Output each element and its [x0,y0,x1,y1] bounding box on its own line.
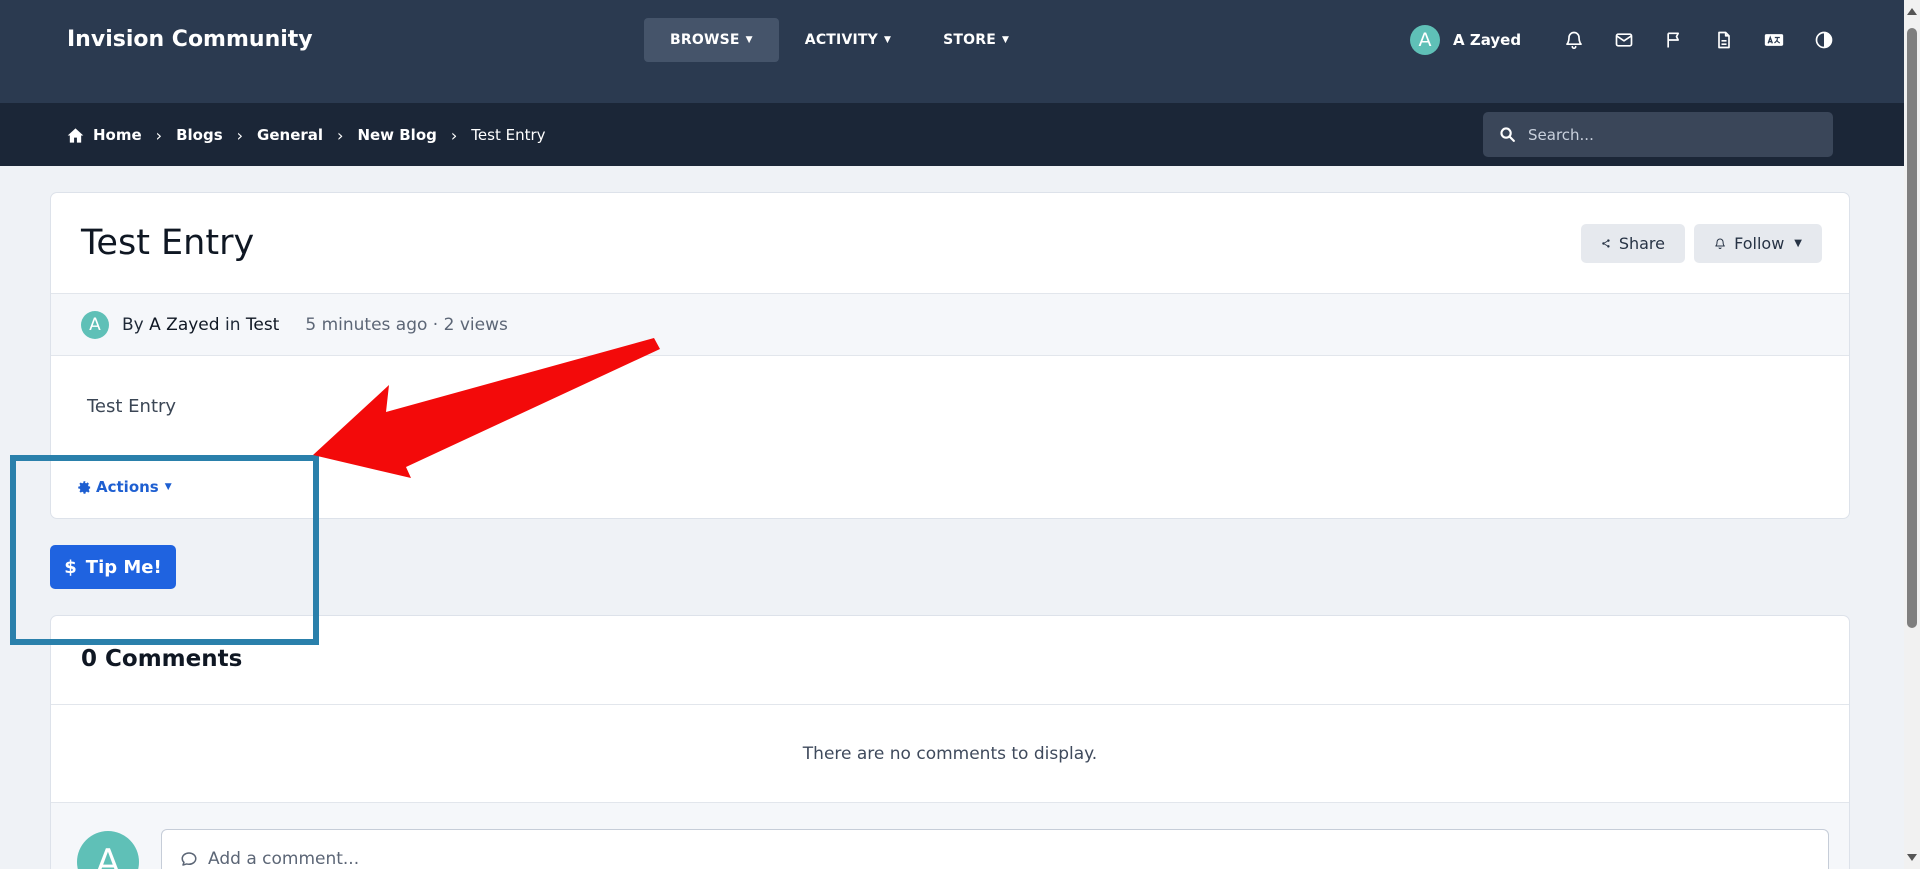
breadcrumb: Home › Blogs › General › New Blog › Test… [67,124,546,146]
commenter-avatar: A [77,831,139,869]
reply-area: A Add a comment... [51,802,1849,869]
share-label: Share [1618,234,1665,253]
document-icon[interactable] [1712,28,1736,52]
comment-bubble-icon [181,852,197,866]
actions-menu[interactable]: Actions ▼ [77,478,172,496]
flag-icon[interactable] [1662,28,1686,52]
home-icon [67,127,84,143]
nav-browse-label: BROWSE [670,32,740,48]
category-link[interactable]: Test [246,315,279,335]
bell-icon[interactable] [1562,28,1586,52]
nav-store[interactable]: STORE ▼ [917,18,1035,62]
breadcrumb-home-label: Home [93,126,142,144]
chevron-down-icon: ▼ [1002,35,1010,45]
nav-activity[interactable]: ACTIVITY ▼ [779,18,917,62]
chevron-right-icon: › [450,125,458,145]
chevron-right-icon: › [155,125,163,145]
chevron-down-icon: ▼ [883,35,892,45]
share-button[interactable]: Share [1581,224,1685,263]
site-brand[interactable]: Invision Community [67,27,313,52]
author-avatar[interactable]: A [81,310,109,339]
entry-body: Test Entry [87,396,177,417]
caret-down-icon: ▼ [164,482,172,492]
tip-me-button[interactable]: $ Tip Me! [50,545,176,589]
site-header: Invision Community BROWSE ▼ ACTIVITY ▼ S… [0,0,1904,103]
theme-contrast-icon[interactable] [1812,28,1836,52]
user-name[interactable]: A Zayed [1453,31,1521,49]
language-icon[interactable] [1762,28,1786,52]
add-comment-placeholder: Add a comment... [208,849,360,869]
scroll-up-arrow-icon[interactable] [1907,8,1917,15]
breadcrumb-new-blog[interactable]: New Blog [357,126,436,144]
entry-title: Test Entry [81,223,255,263]
follow-label: Follow [1734,234,1785,253]
user-avatar[interactable]: A [1410,25,1440,55]
scroll-down-arrow-icon[interactable] [1907,854,1917,861]
comments-card: 0 Comments There are no comments to disp… [50,615,1850,869]
gear-icon [78,480,91,494]
dollar-icon: $ [64,556,77,578]
nav-store-label: STORE [943,32,996,48]
chevron-right-icon: › [337,125,344,145]
breadcrumb-home[interactable]: Home [67,126,142,144]
nav-activity-label: ACTIVITY [804,32,878,48]
search-input[interactable] [1528,125,1828,144]
add-comment-field[interactable]: Add a comment... [161,829,1829,869]
search-icon [1500,127,1515,142]
breadcrumb-bar: Home › Blogs › General › New Blog › Test… [0,103,1904,166]
breadcrumb-blogs[interactable]: Blogs [176,126,223,144]
entry-time-views: 5 minutes ago · 2 views [305,314,508,335]
envelope-icon[interactable] [1612,28,1636,52]
no-comments-message: There are no comments to display. [51,704,1849,802]
byline-in: in [224,314,241,335]
share-icon [1602,239,1610,248]
nav-browse[interactable]: BROWSE ▼ [644,18,779,62]
page-scrollbar[interactable] [1904,0,1920,869]
blog-entry-card: Test Entry Share Follow ▼ A By A Zayed i… [50,192,1850,519]
comments-title: 0 Comments [81,646,243,672]
actions-label: Actions [96,478,159,496]
follow-button[interactable]: Follow ▼ [1694,224,1822,263]
entry-byline: By A Zayed in Test [122,315,279,335]
byline-by: By [122,314,144,335]
scroll-thumb[interactable] [1907,28,1917,628]
bell-icon [1715,238,1725,250]
user-bar: A A Zayed [1410,25,1849,55]
breadcrumb-general[interactable]: General [257,126,323,144]
chevron-right-icon: › [236,125,244,145]
caret-down-icon: ▼ [1794,238,1802,249]
breadcrumb-current: Test Entry [471,126,546,144]
search-box[interactable] [1483,112,1833,157]
tip-me-label: Tip Me! [85,556,162,578]
author-link[interactable]: A Zayed [149,315,219,335]
main-nav: BROWSE ▼ ACTIVITY ▼ STORE ▼ [644,18,1035,62]
entry-meta: A By A Zayed in Test 5 minutes ago · 2 v… [51,293,1849,356]
chevron-down-icon: ▼ [745,35,753,45]
